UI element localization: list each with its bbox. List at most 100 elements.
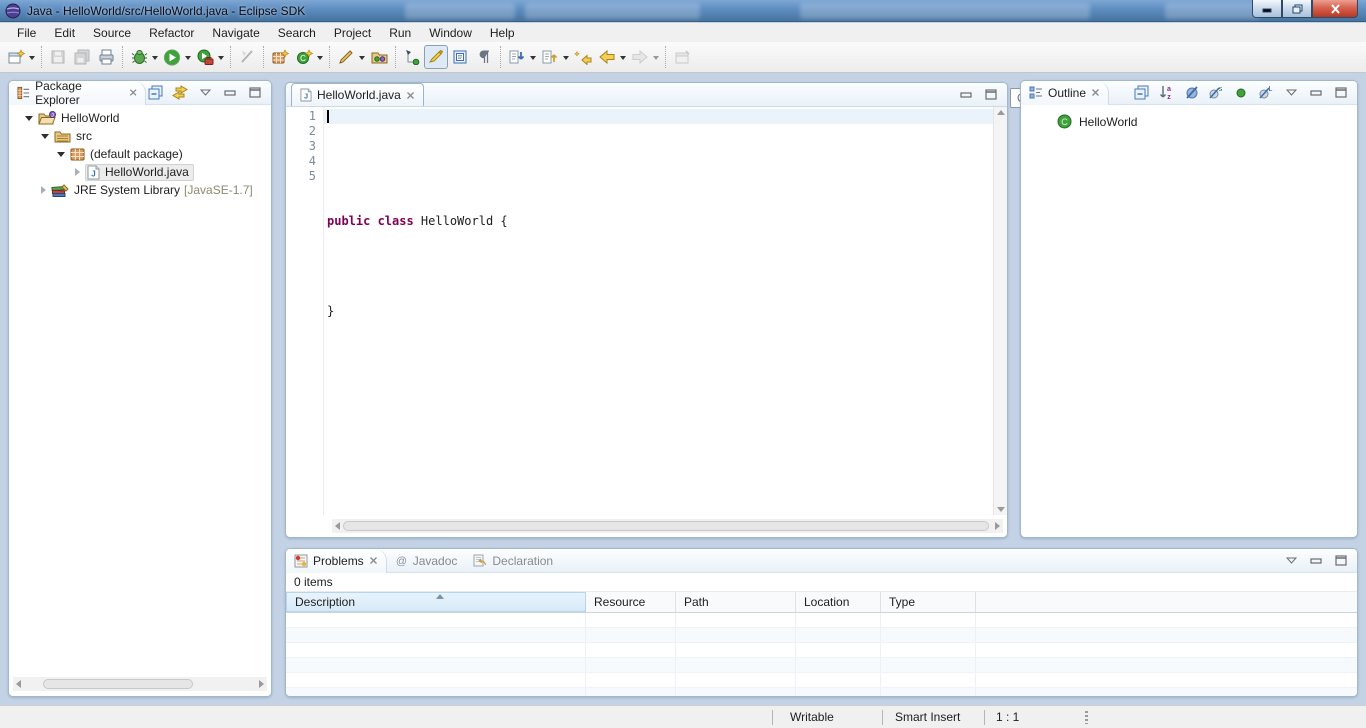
hide-non-public-members-toggle[interactable] [1232,84,1250,102]
forward-dropdown[interactable] [653,56,659,63]
hide-local-types-toggle[interactable]: L [1257,84,1275,102]
expanded-arrow-icon[interactable] [41,134,49,139]
column-header-description[interactable]: Description [286,592,586,612]
javadoc-tab[interactable]: @ Javadoc [387,549,466,573]
back-button[interactable] [595,45,619,69]
new-wizard-dropdown[interactable] [29,56,35,63]
expanded-arrow-icon[interactable] [25,116,33,121]
collapsed-arrow-icon[interactable] [41,186,46,194]
close-view-icon[interactable] [369,556,378,565]
scroll-left-arrow[interactable] [16,680,21,688]
show-source-of-selected-element-button[interactable] [448,45,472,69]
menu-help[interactable]: Help [481,24,524,42]
save-button[interactable] [46,45,70,69]
scroll-down-arrow[interactable] [997,507,1005,512]
save-all-button[interactable] [70,45,94,69]
scroll-up-arrow[interactable] [997,110,1005,115]
menu-navigate[interactable]: Navigate [203,24,268,42]
menu-search[interactable]: Search [269,24,325,42]
external-tools-dropdown[interactable] [218,56,224,63]
table-row[interactable] [286,673,1357,688]
view-menu-button[interactable] [1282,552,1300,570]
scrollbar-thumb[interactable] [43,679,193,689]
maximize-view-button[interactable] [246,84,264,102]
column-header-resource[interactable]: Resource [586,592,676,612]
close-view-icon[interactable] [129,88,137,97]
package-explorer-tab[interactable]: Package Explorer [9,81,146,105]
collapse-all-button[interactable] [1132,84,1150,102]
print-button[interactable] [94,45,118,69]
close-tab-icon[interactable] [406,91,415,100]
sort-button[interactable]: a z [1157,84,1175,102]
maximize-editor-button[interactable] [982,86,1000,104]
tree-item-src[interactable]: src [9,127,271,145]
pin-editor-toggle[interactable] [670,45,694,69]
close-view-icon[interactable] [1091,88,1100,97]
package-explorer-hscrollbar[interactable] [13,677,267,691]
table-row[interactable] [286,658,1357,673]
debug-button[interactable] [127,45,151,69]
scrollbar-thumb[interactable] [343,521,989,531]
minimize-editor-button[interactable] [957,86,975,104]
editor-tab-helloworld-java[interactable]: J HelloWorld.java [291,83,424,106]
previous-annotation-dropdown[interactable] [563,56,569,63]
previous-annotation-button[interactable] [538,45,562,69]
restore-window-button[interactable] [1282,0,1312,18]
menu-file[interactable]: File [8,24,45,42]
column-header-type[interactable]: Type [881,592,976,612]
hide-fields-toggle[interactable] [1182,84,1200,102]
new-wizard-button[interactable] [4,45,28,69]
new-java-project-button[interactable] [268,45,292,69]
menu-refactor[interactable]: Refactor [140,24,203,42]
column-header-location[interactable]: Location [796,592,881,612]
last-edit-location-button[interactable] [571,45,595,69]
code-editor[interactable]: 1 2 3 4 5 public class HelloWorld { } [286,107,1007,515]
editor-hscrollbar[interactable] [332,519,1003,533]
code-area[interactable]: public class HelloWorld { } [324,107,993,515]
tree-item-default-package[interactable]: (default package) [9,145,271,163]
menu-run[interactable]: Run [380,24,420,42]
maximize-view-button[interactable] [1332,552,1350,570]
scroll-left-arrow[interactable] [335,522,340,530]
maximize-view-button[interactable] [1332,84,1350,102]
tree-item-helloworld-project[interactable]: J HelloWorld [9,109,271,127]
menu-source[interactable]: Source [84,24,140,42]
new-java-class-dropdown[interactable] [317,56,323,63]
view-menu-button[interactable] [196,84,214,102]
mark-occurrences-toggle[interactable] [424,45,448,69]
table-row[interactable] [286,628,1357,643]
open-task-dropdown[interactable] [359,56,365,63]
new-java-class-button[interactable]: C [292,45,316,69]
next-annotation-button[interactable] [505,45,529,69]
outline-item-helloworld[interactable]: C HelloWorld [1021,105,1357,129]
scroll-right-arrow[interactable] [259,680,264,688]
external-tools-button[interactable] [193,45,217,69]
minimize-window-button[interactable] [1252,0,1282,18]
minimize-view-button[interactable] [1307,552,1325,570]
minimize-view-button[interactable] [1307,84,1325,102]
table-row[interactable] [286,613,1357,628]
minimize-view-button[interactable] [221,84,239,102]
tree-item-jre-system-library[interactable]: JRE System Library [JavaSE-1.7] [9,181,271,199]
link-with-editor-toggle[interactable] [171,84,189,102]
tree-item-helloworld-java[interactable]: J HelloWorld.java [9,163,271,181]
scroll-right-arrow[interactable] [995,522,1000,530]
hide-static-members-toggle[interactable]: s [1207,84,1225,102]
menu-project[interactable]: Project [325,24,380,42]
editor-vscrollbar[interactable] [993,107,1007,515]
table-row[interactable] [286,643,1357,658]
menu-edit[interactable]: Edit [45,24,84,42]
column-header-path[interactable]: Path [676,592,796,612]
run-button[interactable] [160,45,184,69]
open-type-button[interactable] [367,45,391,69]
collapse-all-button[interactable] [146,84,164,102]
skip-all-breakpoints-button[interactable] [235,45,259,69]
table-row[interactable] [286,688,1357,697]
menu-window[interactable]: Window [420,24,481,42]
next-annotation-dropdown[interactable] [530,56,536,63]
back-dropdown[interactable] [620,56,626,63]
show-whitespace-toggle[interactable] [472,45,496,69]
close-window-button[interactable] [1312,0,1358,18]
outline-tab[interactable]: Outline [1021,81,1109,105]
collapsed-arrow-icon[interactable] [75,168,80,176]
